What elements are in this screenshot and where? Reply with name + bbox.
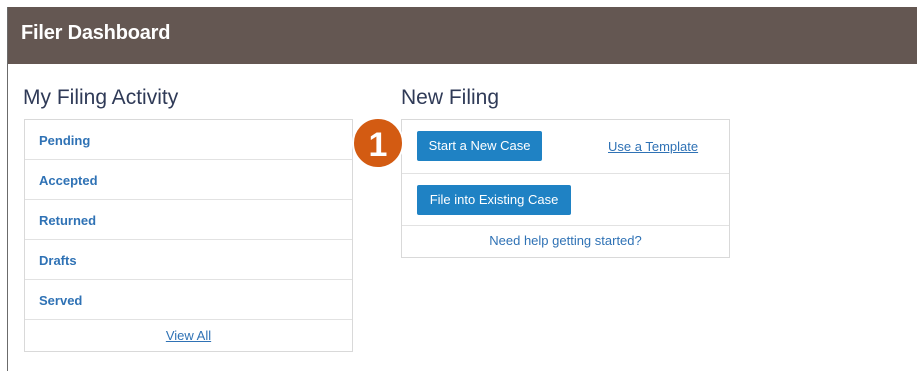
dashboard-header: Filer Dashboard [8,7,917,64]
activity-item-label[interactable]: Served [39,293,82,308]
page-title: Filer Dashboard [21,22,171,44]
activity-item-label[interactable]: Pending [39,133,90,148]
filing-activity-heading: My Filing Activity [23,86,179,109]
existing-case-row: File into Existing Case [402,174,729,226]
activity-item-served[interactable]: Served [25,280,352,320]
view-all-link[interactable]: View All [166,328,211,343]
new-filing-heading: New Filing [401,86,500,109]
help-getting-started-link[interactable]: Need help getting started? [489,233,642,248]
file-existing-case-button[interactable]: File into Existing Case [417,185,571,215]
activity-item-label[interactable]: Drafts [39,253,77,268]
activity-item-label[interactable]: Accepted [39,173,98,188]
start-new-case-button[interactable]: Start a New Case [417,131,542,161]
activity-item-returned[interactable]: Returned [25,200,352,240]
new-filing-panel: Start a New Case Use a Template File int… [401,119,730,258]
activity-item-label[interactable]: Returned [39,213,96,228]
activity-item-accepted[interactable]: Accepted [25,160,352,200]
new-case-row: Start a New Case Use a Template [402,120,729,174]
help-row: Need help getting started? [402,226,729,257]
activity-footer: View All [25,320,352,351]
dashboard-frame: Filer Dashboard My Filing Activity Pendi… [7,7,917,371]
activity-item-drafts[interactable]: Drafts [25,240,352,280]
filing-activity-panel: Pending Accepted Returned Drafts Served … [24,119,353,352]
activity-item-pending[interactable]: Pending [25,120,352,160]
step-number-badge: 1 [352,117,404,169]
use-template-link[interactable]: Use a Template [608,139,698,154]
